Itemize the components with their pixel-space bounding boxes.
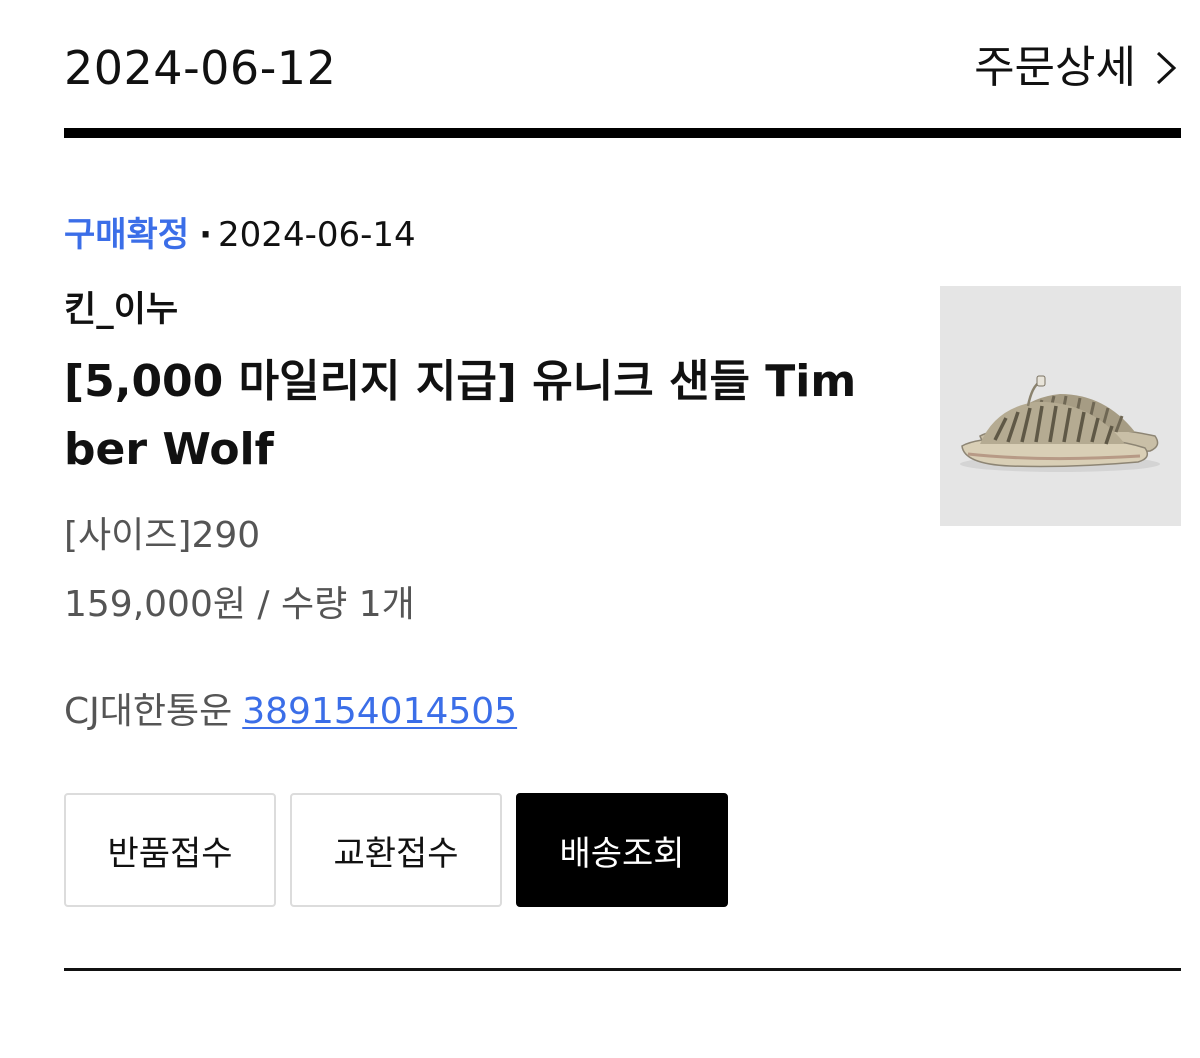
header-divider [64,128,1181,138]
status-badge: 구매확정 [64,215,190,255]
product-option: [사이즈]290 [64,515,261,556]
order-status-line: 구매확정 · 2024-06-14 [64,212,416,258]
section-divider [64,968,1181,971]
order-header: 2024-06-12 주문상세 [64,36,1180,100]
sandal-image [940,286,1181,526]
exchange-request-button[interactable]: 교환접수 [290,793,502,907]
order-date: 2024-06-12 [64,41,337,95]
product-name[interactable]: [5,000 마일리지 지급] 유니크 샌들 Timber Wolf [64,348,864,484]
tracking-number-link[interactable]: 389154014505 [242,691,517,732]
seller-name[interactable]: 킨_이누 [64,286,178,334]
product-image[interactable] [940,286,1181,526]
return-request-button[interactable]: 반품접수 [64,793,276,907]
status-separator: · [199,215,213,255]
status-date: 2024-06-14 [218,215,416,255]
shipping-info: CJ대한통운 389154014505 [64,688,517,736]
chevron-right-icon [1150,48,1180,88]
carrier-name: CJ대한통운 [64,691,233,732]
price-quantity: 159,000원 / 수량 1개 [64,584,415,625]
order-detail-link[interactable]: 주문상세 [974,40,1180,96]
order-detail-label: 주문상세 [974,42,1136,93]
track-delivery-button[interactable]: 배송조회 [516,793,728,907]
